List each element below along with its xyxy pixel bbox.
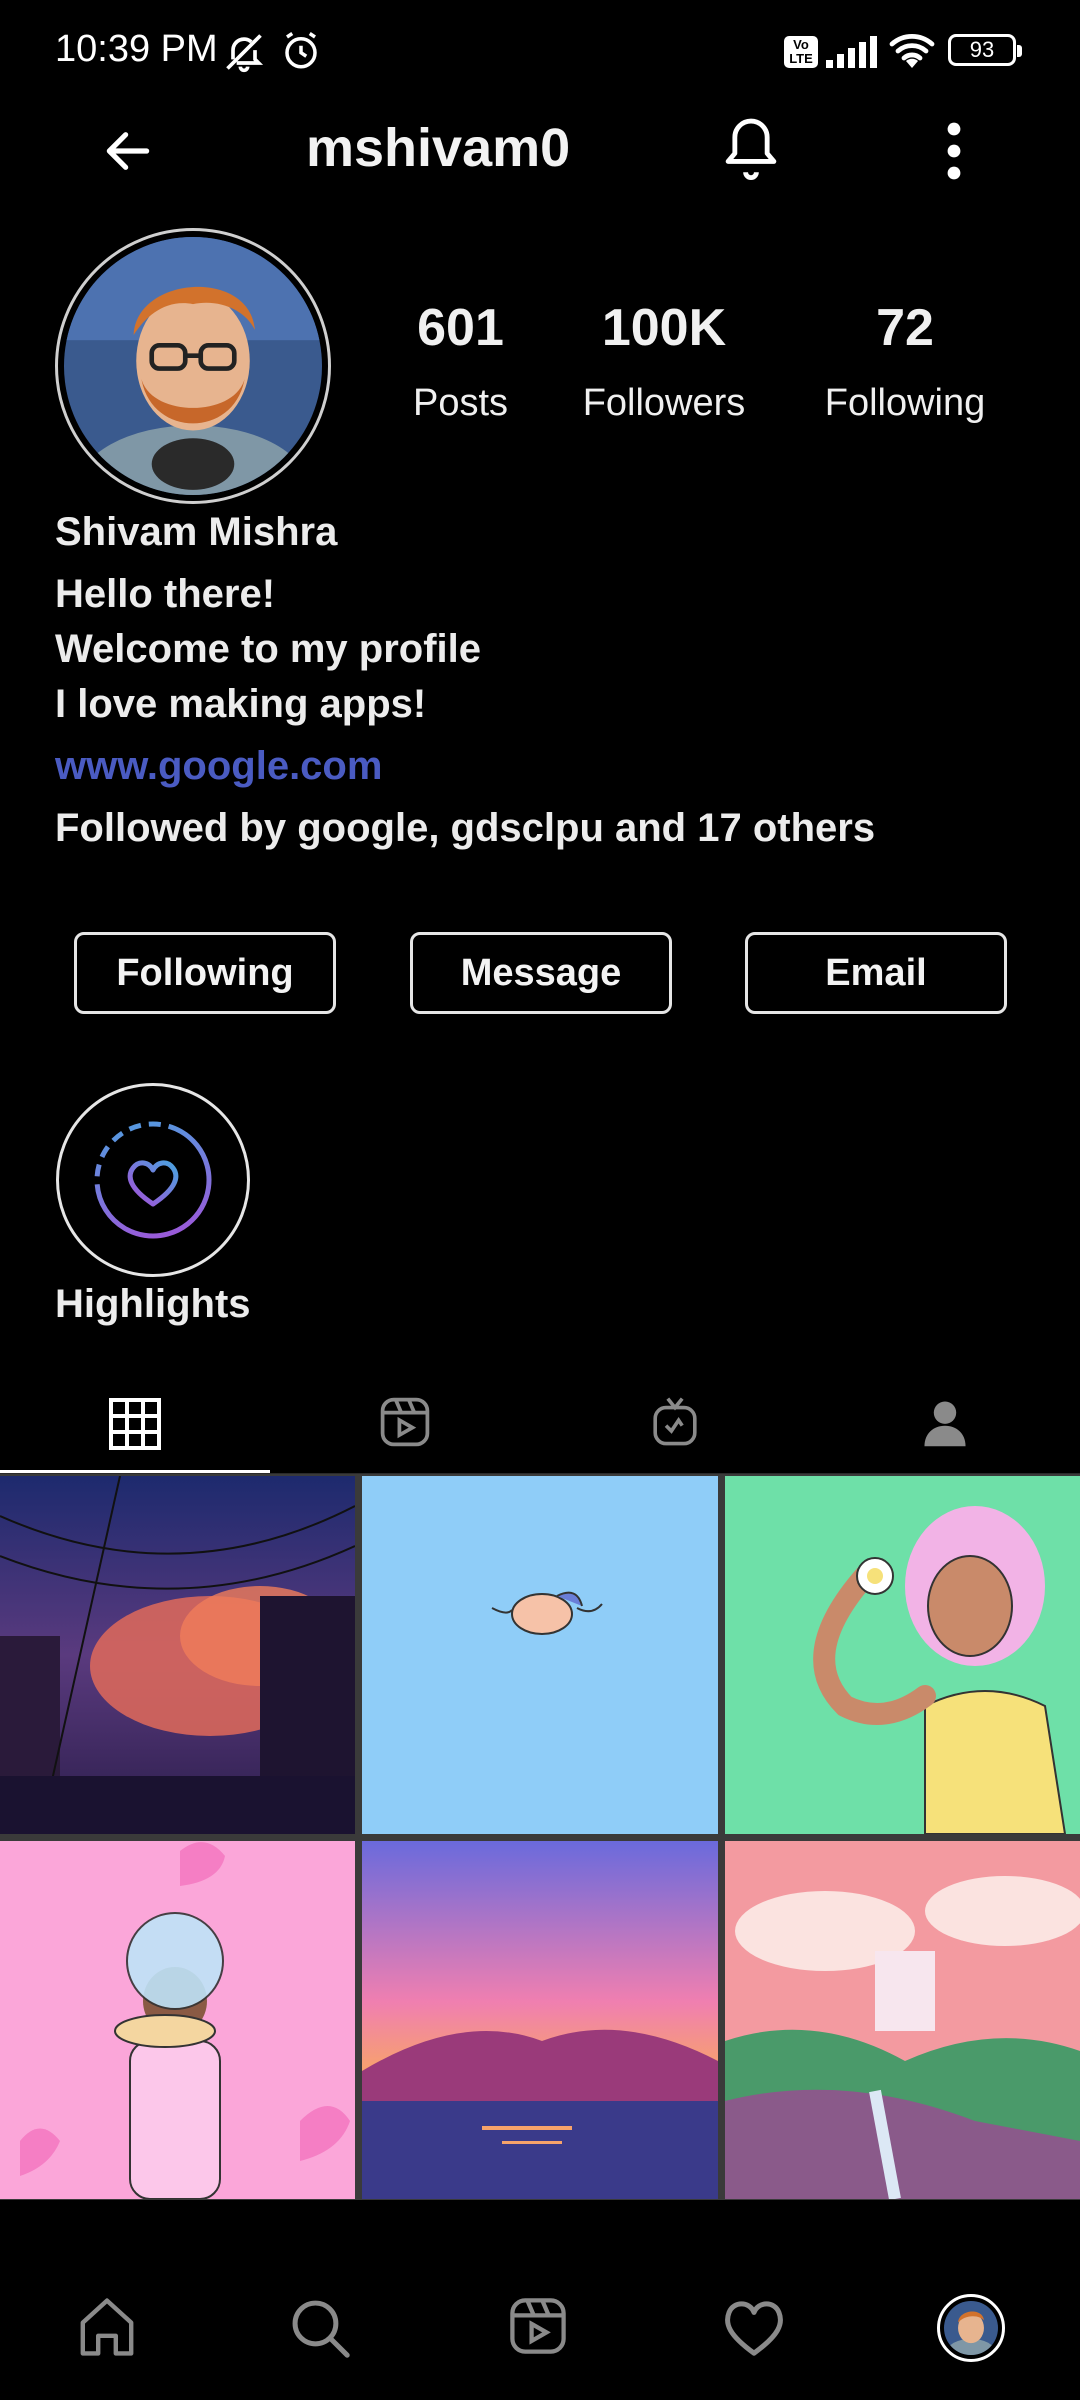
reels-icon	[380, 1397, 430, 1447]
post-thumbnail[interactable]	[362, 1476, 718, 1834]
tab-grid[interactable]	[0, 1380, 270, 1474]
post-thumbnail[interactable]	[725, 1841, 1080, 2199]
profile-photo	[64, 237, 322, 495]
followed-by-text[interactable]: Followed by google, gdsclpu and 17 other…	[55, 806, 875, 851]
bio-line: Welcome to my profile	[55, 627, 482, 671]
following-label: Following	[824, 382, 986, 424]
battery-icon: 93	[948, 34, 1022, 66]
wifi-icon	[889, 33, 935, 68]
profile-avatar[interactable]	[55, 228, 331, 504]
search-icon[interactable]	[286, 2294, 354, 2362]
stat-followers[interactable]: 100K Followers	[562, 298, 766, 426]
heart-icon[interactable]	[720, 2294, 788, 2358]
posts-label: Posts	[412, 382, 509, 424]
home-icon[interactable]	[74, 2294, 140, 2360]
bio-line: I love making apps!	[55, 682, 427, 726]
post-thumbnail[interactable]	[725, 1476, 1080, 1834]
tab-igtv[interactable]	[540, 1380, 810, 1474]
bio-line: Hello there!	[55, 572, 276, 616]
status-bar: 10:39 PM Vo LTE 93	[0, 0, 1080, 105]
bell-icon[interactable]	[718, 113, 784, 183]
back-arrow-icon[interactable]	[100, 123, 156, 179]
alarm-icon	[285, 32, 317, 69]
muted-bell-icon	[226, 34, 264, 73]
app-bar: mshivam0	[0, 105, 1080, 195]
post-thumbnail[interactable]	[362, 1841, 718, 2199]
stat-following[interactable]: 72 Following	[800, 298, 1010, 426]
email-button[interactable]: Email	[745, 932, 1007, 1014]
following-button[interactable]: Following	[74, 932, 336, 1014]
message-button[interactable]: Message	[410, 932, 672, 1014]
post-grid	[0, 1474, 1080, 2200]
posts-count: 601	[417, 299, 504, 357]
grid-icon	[109, 1398, 161, 1450]
tab-reels[interactable]	[270, 1380, 540, 1474]
tab-tagged[interactable]	[810, 1380, 1080, 1474]
heart-icon	[127, 1160, 179, 1207]
bottom-navigation	[0, 2262, 1080, 2400]
post-thumbnail[interactable]	[0, 1841, 355, 2199]
signal-icon	[826, 36, 877, 68]
followers-count: 100K	[601, 299, 727, 357]
stat-posts[interactable]: 601 Posts	[393, 298, 528, 426]
post-thumbnail[interactable]	[0, 1476, 355, 1834]
profile-name: Shivam Mishra	[55, 510, 338, 554]
following-count: 72	[876, 299, 934, 357]
profile-avatar-nav[interactable]	[937, 2294, 1005, 2366]
followers-label: Followers	[582, 382, 746, 424]
highlight-bubble[interactable]	[56, 1083, 250, 1277]
status-time: 10:39 PM	[55, 28, 218, 70]
highlight-label: Highlights	[55, 1282, 251, 1326]
more-vertical-icon[interactable]	[934, 121, 974, 181]
igtv-icon	[653, 1397, 697, 1446]
profile-username: mshivam0	[306, 118, 571, 178]
reels-icon[interactable]	[506, 2294, 570, 2358]
volte-icon: Vo LTE	[784, 36, 818, 68]
profile-link[interactable]: www.google.com	[55, 744, 382, 789]
tagged-icon	[924, 1401, 966, 1447]
